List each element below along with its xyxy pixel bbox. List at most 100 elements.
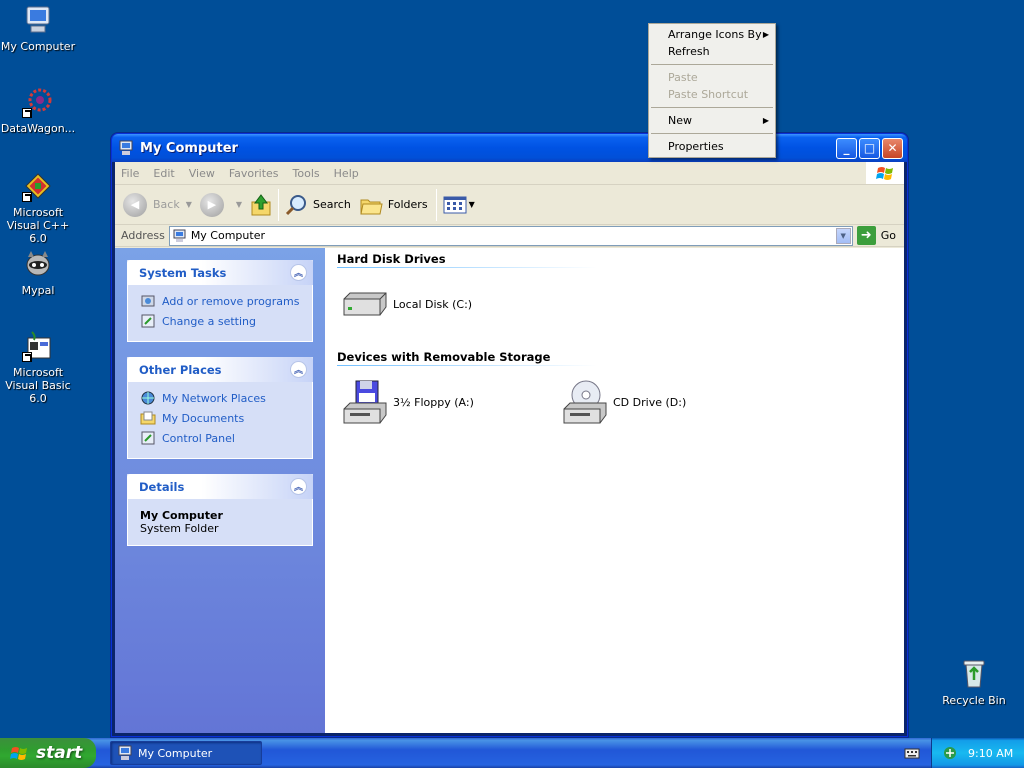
- menu-separator: [651, 107, 773, 108]
- taskbar: start My Computer 9:10 AM: [0, 738, 1024, 768]
- go-label: Go: [880, 229, 896, 242]
- link-label: Control Panel: [162, 431, 235, 445]
- menu-item-paste: Paste: [649, 69, 775, 86]
- folders-button[interactable]: Folders: [359, 194, 428, 216]
- collapse-icon[interactable]: ︽: [290, 264, 307, 281]
- my-computer-icon: [118, 745, 132, 760]
- up-folder-button[interactable]: [250, 193, 272, 217]
- menu-tools[interactable]: Tools: [293, 167, 320, 180]
- visual-cpp-icon: [22, 170, 54, 202]
- go-button[interactable]: ➜ Go: [856, 226, 896, 245]
- recycle-bin-icon: [958, 658, 990, 690]
- menu-favorites[interactable]: Favorites: [229, 167, 279, 180]
- menu-item-new[interactable]: New ▶: [649, 112, 775, 129]
- folders-label: Folders: [387, 198, 428, 211]
- submenu-arrow-icon: ▶: [762, 30, 769, 39]
- desktop-icon-label: Microsoft Visual Basic 6.0: [5, 366, 71, 405]
- datawagon-icon: [22, 86, 54, 118]
- menu-item-refresh[interactable]: Refresh: [649, 43, 775, 60]
- system-tasks-header[interactable]: System Tasks ︽: [127, 260, 313, 285]
- menu-edit[interactable]: Edit: [153, 167, 174, 180]
- menu-bar: File Edit View Favorites Tools Help: [115, 162, 904, 185]
- back-label: Back: [153, 198, 180, 211]
- submenu-arrow-icon: ▶: [762, 116, 769, 125]
- control-panel-link[interactable]: Control Panel: [140, 428, 300, 448]
- window-content: System Tasks ︽ Add or remove programs Ch…: [115, 248, 904, 733]
- desktop-icon-my-computer[interactable]: My Computer: [0, 4, 78, 53]
- minimize-icon: _: [843, 141, 850, 155]
- back-button[interactable]: ◀ Back ▼: [123, 192, 192, 217]
- group-divider: [337, 267, 597, 268]
- system-tasks-title: System Tasks: [139, 265, 227, 280]
- details-header[interactable]: Details ︽: [127, 474, 313, 499]
- address-dropdown-button[interactable]: ▼: [835, 227, 851, 244]
- system-tray: 9:10 AM: [931, 738, 1024, 768]
- other-places-header[interactable]: Other Places ︽: [127, 357, 313, 382]
- back-arrow-icon: ◀: [123, 192, 147, 217]
- desktop-icon-visual-basic[interactable]: Microsoft Visual Basic 6.0: [0, 330, 78, 405]
- desktop-icon-mypal[interactable]: Mypal: [0, 248, 78, 297]
- my-computer-icon: [22, 4, 54, 36]
- chevron-down-icon[interactable]: ▼: [186, 200, 192, 209]
- my-documents-icon: [140, 411, 156, 425]
- menu-item-arrange-icons-by[interactable]: Arrange Icons By ▶: [649, 26, 775, 43]
- chevron-down-icon[interactable]: ▼: [236, 200, 242, 209]
- title-bar[interactable]: My Computer _ □ ✕: [112, 134, 907, 162]
- group-header-hard-disks: Hard Disk Drives: [337, 252, 446, 266]
- other-places-title: Other Places: [139, 362, 222, 377]
- menu-item-properties[interactable]: Properties: [649, 138, 775, 155]
- toolbar-separator: [278, 188, 280, 221]
- mypal-icon: [22, 248, 54, 280]
- menu-separator: [651, 64, 773, 65]
- add-remove-programs-link[interactable]: Add or remove programs: [140, 291, 300, 311]
- desktop-icon-datawagon[interactable]: DataWagon...: [0, 86, 78, 135]
- menu-file[interactable]: File: [121, 167, 139, 180]
- desktop-icon-recycle-bin[interactable]: Recycle Bin: [934, 658, 1014, 707]
- keyboard-icon[interactable]: [904, 746, 920, 760]
- change-setting-link[interactable]: Change a setting: [140, 311, 300, 331]
- address-label: Address: [121, 229, 165, 242]
- desktop-icon-label: Recycle Bin: [942, 694, 1006, 707]
- menu-item-label: Arrange Icons By: [668, 28, 762, 41]
- control-panel-icon: [141, 314, 155, 328]
- desktop-icon-visual-cpp[interactable]: Microsoft Visual C++ 6.0: [0, 170, 78, 245]
- minimize-button[interactable]: _: [836, 137, 857, 159]
- menu-help[interactable]: Help: [334, 167, 359, 180]
- views-button[interactable]: ▼: [443, 195, 475, 215]
- menu-item-paste-shortcut: Paste Shortcut: [649, 86, 775, 103]
- drive-local-disk-c[interactable]: Local Disk (C:): [339, 280, 557, 328]
- search-icon: [285, 194, 307, 215]
- close-button[interactable]: ✕: [882, 137, 903, 159]
- collapse-icon[interactable]: ︽: [290, 361, 307, 378]
- taskbar-button-my-computer[interactable]: My Computer: [110, 741, 262, 765]
- menu-view[interactable]: View: [189, 167, 215, 180]
- search-button[interactable]: Search: [285, 193, 351, 217]
- start-label: start: [36, 743, 83, 763]
- drive-cd-d[interactable]: CD Drive (D:): [559, 378, 777, 426]
- drive-floppy-a[interactable]: 3½ Floppy (A:): [339, 378, 557, 426]
- collapse-icon[interactable]: ︽: [290, 478, 307, 495]
- maximize-button[interactable]: □: [859, 137, 880, 159]
- my-documents-link[interactable]: My Documents: [140, 408, 300, 428]
- my-network-places-link[interactable]: My Network Places: [140, 388, 300, 408]
- address-input[interactable]: My Computer ▼: [168, 225, 853, 246]
- visual-basic-icon: [22, 330, 54, 362]
- forward-arrow-icon: ▶: [199, 192, 224, 217]
- details-type: System Folder: [140, 522, 219, 535]
- forward-button[interactable]: ▶ ▼: [199, 192, 242, 217]
- clock[interactable]: 9:10 AM: [968, 747, 1013, 760]
- network-tray-icon[interactable]: [942, 745, 958, 761]
- chevron-down-icon: ▼: [468, 200, 475, 209]
- menu-item-label: Paste: [668, 71, 698, 84]
- taskbar-button-label: My Computer: [138, 746, 213, 760]
- floppy-drive-icon: [339, 378, 389, 426]
- group-divider: [337, 365, 597, 366]
- details-name: My Computer: [140, 509, 223, 522]
- start-button[interactable]: start: [0, 738, 96, 768]
- desktop-icon-label: Microsoft Visual C++ 6.0: [6, 206, 70, 245]
- desktop-icon-label: Mypal: [21, 284, 55, 297]
- link-label: Change a setting: [162, 314, 256, 328]
- menu-item-label: Properties: [668, 140, 724, 153]
- link-label: My Network Places: [162, 391, 266, 405]
- cd-drive-icon: [559, 378, 609, 426]
